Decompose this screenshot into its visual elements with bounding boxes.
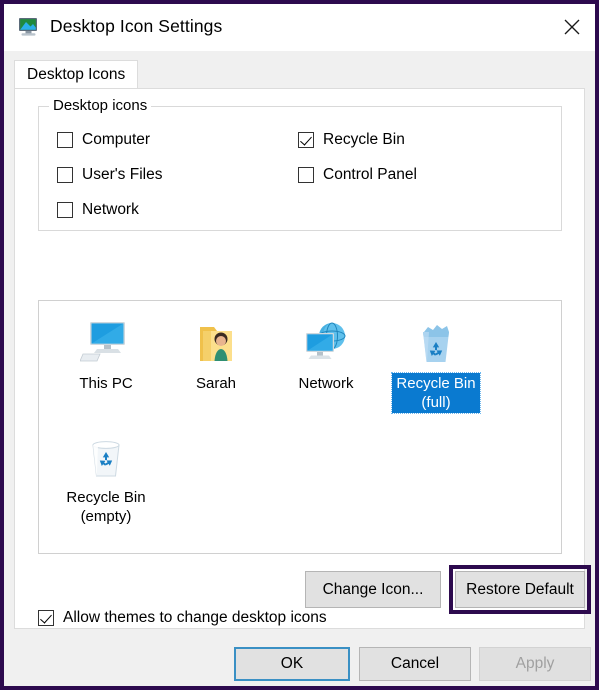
- restore-default-button-label: Restore Default: [466, 580, 574, 598]
- preview-item-sarah[interactable]: Sarah: [161, 315, 271, 394]
- desktop-icons-group: Desktop icons Computer User's Files Netw…: [38, 97, 562, 231]
- tab-page-desktop-icons: Desktop icons Computer User's Files Netw…: [14, 88, 591, 629]
- desktop-monitor-icon: [17, 15, 41, 39]
- preview-item-network[interactable]: Network: [271, 315, 381, 394]
- icon-preview-panel: This PC Sarah Network Recycle Bin (full)…: [38, 300, 562, 554]
- checkbox-network[interactable]: Network: [57, 201, 139, 219]
- preview-item-this-pc[interactable]: This PC: [51, 315, 161, 394]
- checkbox-computer-label: Computer: [82, 131, 151, 148]
- desktop-icon-settings-window: Desktop Icon Settings Desktop Icons Desk…: [0, 0, 599, 690]
- preview-label-line2: (empty): [80, 508, 132, 525]
- checkbox-control-panel[interactable]: Control Panel: [298, 166, 417, 184]
- preview-label: This PC: [79, 375, 133, 392]
- checkbox-network-label: Network: [82, 201, 139, 218]
- tab-label: Desktop Icons: [27, 65, 126, 83]
- checkbox-recycle-bin[interactable]: Recycle Bin: [298, 131, 405, 149]
- checkbox-allow-themes[interactable]: Allow themes to change desktop icons: [38, 609, 327, 627]
- apply-button-label: Apply: [515, 655, 555, 672]
- apply-button: Apply: [479, 647, 591, 681]
- restore-default-button[interactable]: Restore Default: [455, 571, 585, 608]
- preview-label: Network: [298, 375, 354, 392]
- preview-label-line2: (full): [421, 394, 451, 411]
- preview-label: Recycle Bin (empty): [62, 487, 149, 527]
- change-icon-button[interactable]: Change Icon...: [305, 571, 441, 608]
- title-bar: Desktop Icon Settings: [4, 4, 595, 52]
- preview-label: Sarah: [195, 375, 237, 392]
- preview-label-line1: Recycle Bin: [66, 489, 146, 506]
- preview-item-recycle-bin-full[interactable]: Recycle Bin (full): [381, 315, 491, 414]
- cancel-button-label: Cancel: [390, 655, 440, 672]
- tab-strip: Desktop Icons: [14, 60, 585, 89]
- window-title: Desktop Icon Settings: [50, 16, 223, 36]
- checkbox-network-box[interactable]: [57, 202, 73, 218]
- change-icon-button-label: Change Icon...: [322, 580, 424, 598]
- ok-button[interactable]: OK: [234, 647, 350, 681]
- checkbox-control-panel-label: Control Panel: [323, 166, 417, 183]
- user-folder-icon: [161, 315, 271, 367]
- checkbox-allow-themes-box[interactable]: [38, 610, 54, 626]
- dialog-button-bar: OK Cancel Apply: [4, 629, 595, 686]
- checkbox-control-panel-box[interactable]: [298, 167, 314, 183]
- dialog-content: Desktop Icons Desktop icons Computer Use…: [4, 51, 595, 686]
- checkbox-computer[interactable]: Computer: [57, 131, 150, 149]
- recycle-bin-full-icon: [381, 315, 491, 367]
- preview-item-recycle-bin-empty[interactable]: Recycle Bin (empty): [51, 429, 161, 527]
- monitor-icon: [51, 315, 161, 367]
- cancel-button[interactable]: Cancel: [359, 647, 471, 681]
- tab-desktop-icons[interactable]: Desktop Icons: [14, 60, 139, 88]
- ok-button-label: OK: [280, 655, 304, 672]
- preview-label-line1: Recycle Bin: [396, 375, 476, 392]
- checkbox-users-files-label: User's Files: [82, 166, 163, 183]
- recycle-bin-empty-icon: [51, 429, 161, 481]
- checkbox-users-files-box[interactable]: [57, 167, 73, 183]
- checkbox-users-files[interactable]: User's Files: [57, 166, 162, 184]
- checkbox-recycle-bin-box[interactable]: [298, 132, 314, 148]
- group-legend: Desktop icons: [49, 97, 152, 114]
- network-globe-icon: [271, 315, 381, 367]
- preview-label: Recycle Bin (full): [391, 372, 481, 414]
- checkbox-computer-box[interactable]: [57, 132, 73, 148]
- close-icon[interactable]: [548, 4, 595, 49]
- checkbox-allow-themes-label: Allow themes to change desktop icons: [63, 609, 327, 626]
- checkbox-recycle-bin-label: Recycle Bin: [323, 131, 405, 148]
